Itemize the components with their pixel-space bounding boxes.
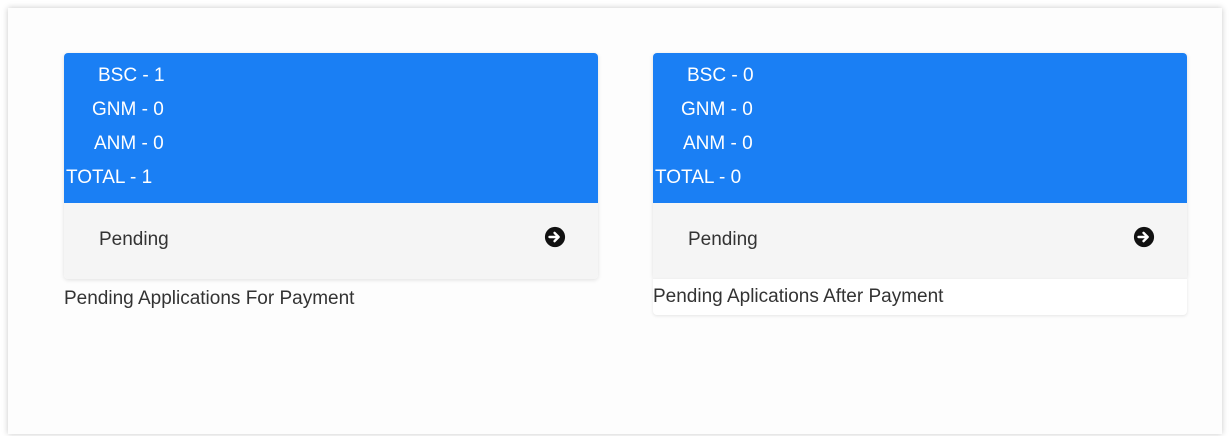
pending-label: Pending: [99, 229, 169, 250]
page-panel: BSC - 1 GNM - 0 ANM - 0 TOTAL - 1 Pendin…: [8, 8, 1222, 434]
pending-after-payment-caption: Pending Aplications After Payment: [653, 286, 944, 307]
pending-before-payment-card[interactable]: BSC - 1 GNM - 0 ANM - 0 TOTAL - 1 Pendin…: [64, 53, 598, 279]
pending-label: Pending: [688, 229, 758, 250]
bsc-count: BSC - 0: [687, 65, 754, 86]
gnm-count: GNM - 0: [92, 99, 164, 120]
arrow-circle-right-icon[interactable]: [1133, 226, 1155, 248]
pending-after-payment-card[interactable]: BSC - 0 GNM - 0 ANM - 0 TOTAL - 0 Pendin…: [653, 53, 1187, 279]
card-header: BSC - 1 GNM - 0 ANM - 0 TOTAL - 1: [64, 53, 598, 203]
gnm-count: GNM - 0: [681, 99, 753, 120]
pending-before-payment-caption: Pending Applications For Payment: [64, 288, 355, 309]
anm-count: ANM - 0: [94, 133, 164, 154]
pending-link[interactable]: Pending: [64, 203, 598, 279]
bsc-count: BSC - 1: [98, 65, 165, 86]
card-header: BSC - 0 GNM - 0 ANM - 0 TOTAL - 0: [653, 53, 1187, 203]
arrow-circle-right-icon[interactable]: [544, 226, 566, 248]
anm-count: ANM - 0: [683, 133, 753, 154]
total-count: TOTAL - 1: [66, 167, 153, 188]
pending-link[interactable]: Pending: [653, 203, 1187, 279]
total-count: TOTAL - 0: [655, 167, 742, 188]
